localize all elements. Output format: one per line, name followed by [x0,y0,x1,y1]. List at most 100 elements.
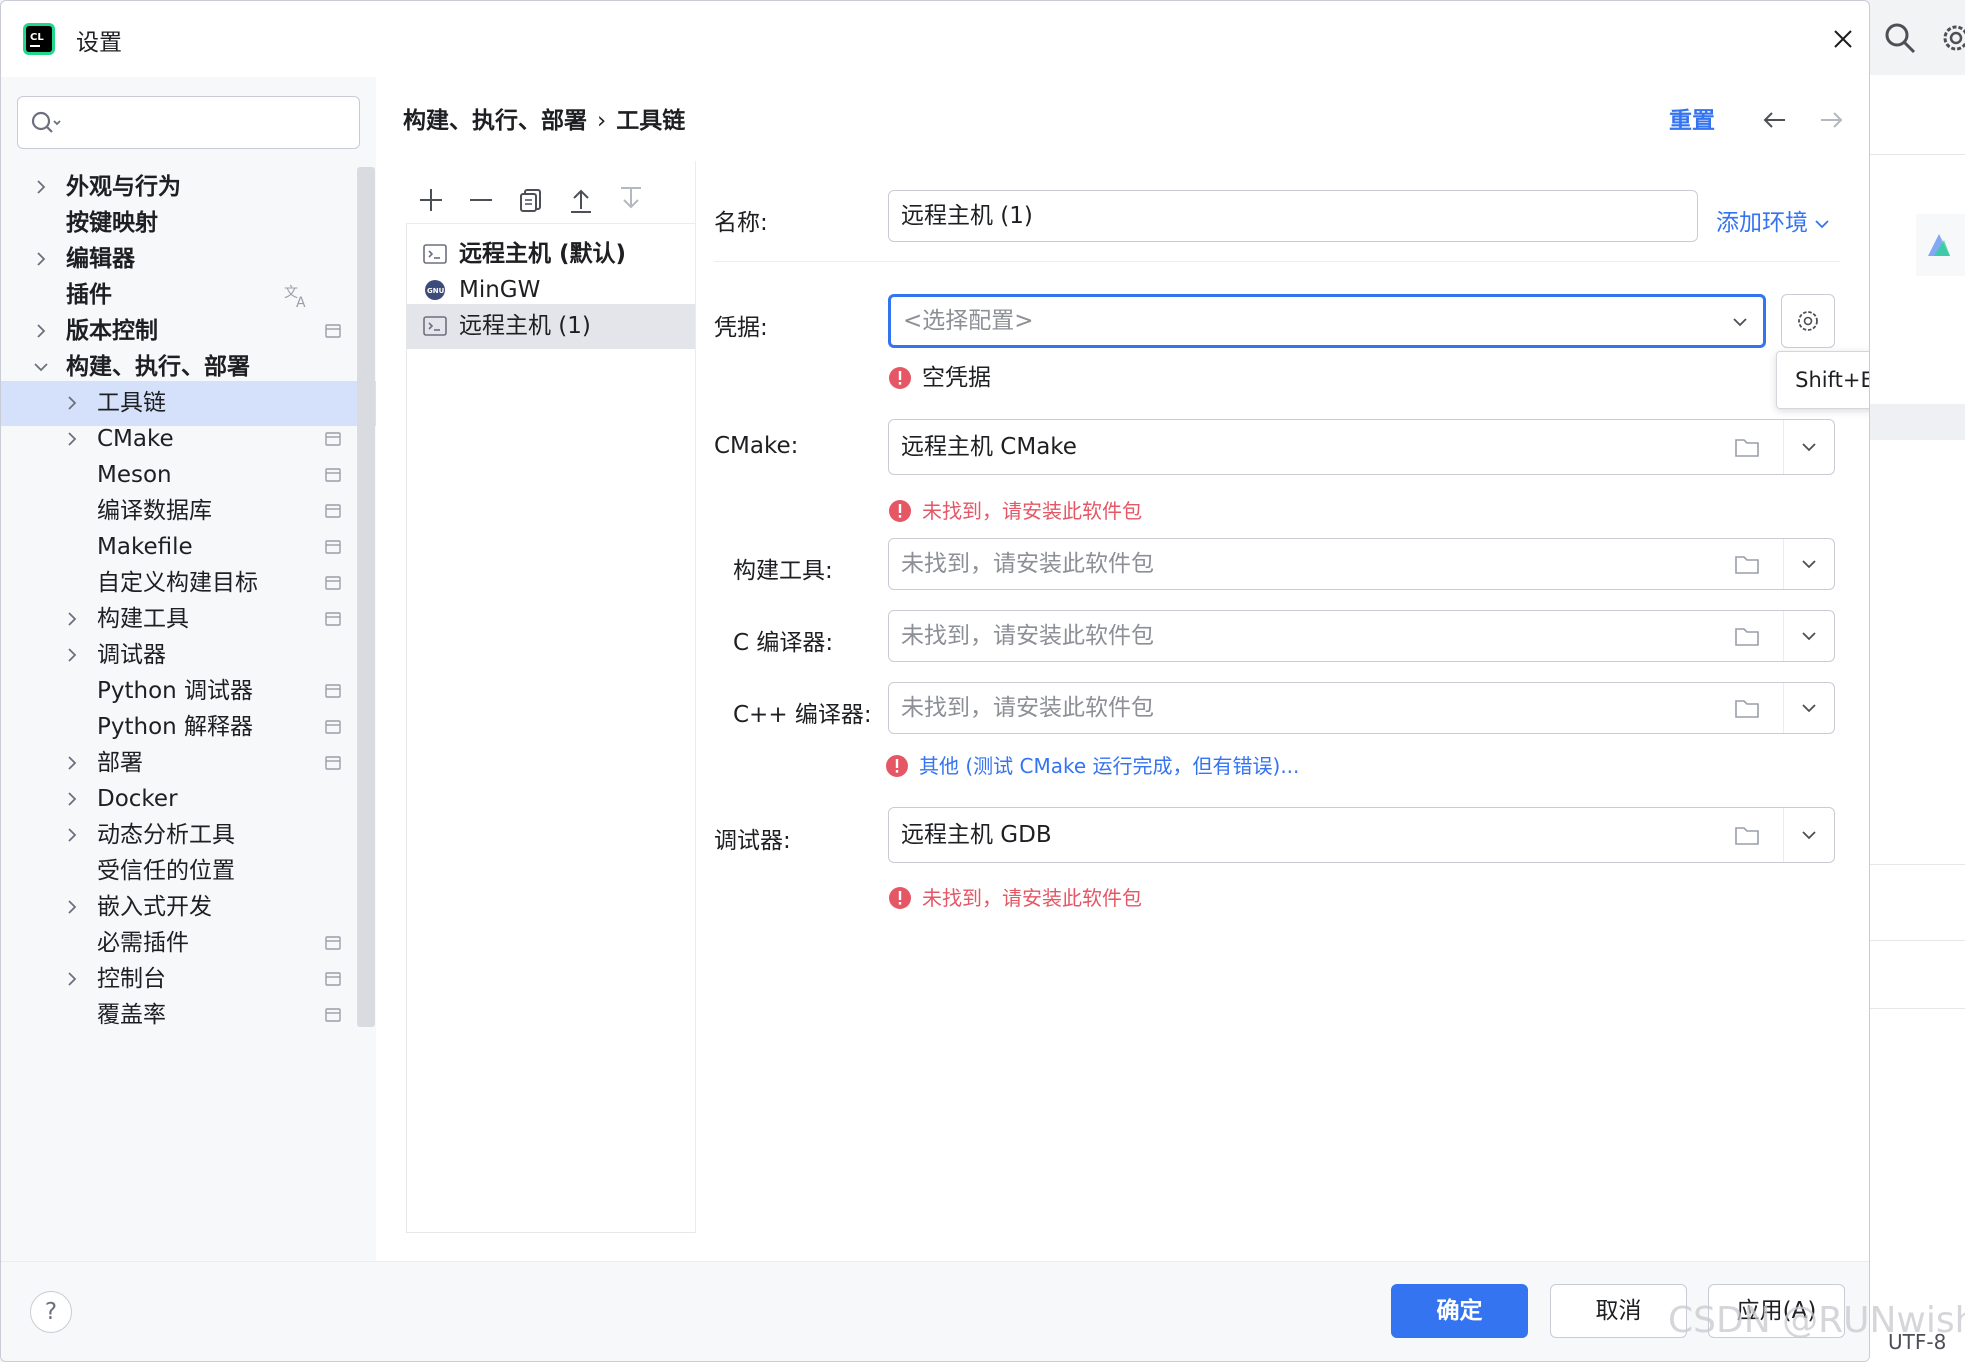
divider [1783,808,1784,862]
chevron-down-icon[interactable] [1800,826,1818,844]
error-icon [886,755,908,777]
chevron-right-icon[interactable] [64,647,80,663]
project-level-icon [325,756,341,770]
project-level-icon [325,504,341,518]
cmake-value: 远程主机 CMake [901,434,1077,460]
debugger-value: 远程主机 GDB [901,822,1052,848]
divider [1866,940,1965,941]
title-bar: CL 设置 [1,1,1869,77]
chevron-right-icon[interactable] [33,323,49,339]
add-icon[interactable] [416,185,446,215]
c-compiler-label: C 编译器: [733,630,834,656]
chevron-right-icon[interactable] [64,971,80,987]
name-input-value: 远程主机 (1) [901,203,1033,229]
cmake-error-text: 未找到，请安装此软件包 [922,499,1142,523]
folder-icon[interactable] [1734,553,1760,575]
dialog-footer: ? 确定 取消 应用(A) [1,1261,1869,1361]
project-level-icon [325,972,341,986]
chevron-right-icon[interactable] [64,611,80,627]
chevron-down-icon[interactable] [1800,438,1818,456]
project-level-icon [325,684,341,698]
build-tool-combobox[interactable]: 未找到，请安装此软件包 [888,538,1835,590]
settings-navigation: 外观与行为 按键映射 编辑器 插件 文A 版本控制 构建、执行、部署 工具链 C… [1,77,376,1261]
project-level-icon [325,432,341,446]
chevron-down-icon[interactable] [1800,555,1818,573]
debugger-error-text: 未找到，请安装此软件包 [922,886,1142,910]
project-level-icon [325,936,341,950]
svg-text:CL: CL [30,32,44,43]
nav-item-coverage[interactable]: 覆盖率 [1,993,376,1038]
chevron-right-icon[interactable] [33,251,49,267]
chevron-right-icon[interactable] [64,395,80,411]
help-button[interactable]: ? [30,1291,72,1333]
back-arrow-icon[interactable] [1761,107,1789,133]
settings-dialog: CL 设置 外观与行为 按键映射 编辑器 插件 文A 版本控制 构建、执行、部署… [0,0,1870,1362]
chevron-right-icon[interactable] [64,755,80,771]
toolchain-list-toolbar [406,177,696,223]
forward-arrow-icon[interactable] [1817,107,1845,133]
chevron-right-icon[interactable] [64,791,80,807]
project-level-icon [325,324,341,338]
credentials-settings-button[interactable] [1781,294,1835,348]
translate-icon: 文A [284,285,306,309]
add-environment-label: 添加环境 [1716,210,1808,236]
dialog-title: 设置 [76,30,122,56]
gnu-icon: GNU [425,280,445,300]
reset-link[interactable]: 重置 [1669,101,1715,135]
watermark: CSDN @RUNwish [1668,1300,1965,1341]
gear-icon [1943,25,1965,51]
folder-icon[interactable] [1734,824,1760,846]
cancel-button[interactable]: 取消 [1550,1284,1687,1338]
name-input[interactable]: 远程主机 (1) [888,190,1698,242]
c-compiler-combobox[interactable]: 未找到，请安装此软件包 [888,610,1835,662]
folder-icon[interactable] [1734,625,1760,647]
credentials-placeholder: <选择配置> [903,308,1034,334]
cmake-combobox[interactable]: 远程主机 CMake [888,419,1835,475]
background-card [1916,214,1965,276]
chevron-right-icon[interactable] [64,899,80,915]
debugger-combobox[interactable]: 远程主机 GDB [888,807,1835,863]
breadcrumb-parent[interactable]: 构建、执行、部署 [403,108,587,134]
error-icon [889,887,911,909]
breadcrumb: 构建、执行、部署 › 工具链 [403,101,685,135]
background-ide-window: UTF-8 [1866,0,1965,1362]
project-level-icon [325,1008,341,1022]
close-button[interactable] [1827,23,1859,55]
folder-icon[interactable] [1734,436,1760,458]
credentials-error: 空凭据 [888,358,991,392]
project-level-icon [325,612,341,626]
move-up-icon[interactable] [566,185,596,215]
divider [695,161,696,1233]
other-error-link[interactable]: 其他 (测试 CMake 运行完成，但有错误)... [885,750,1299,779]
toolchain-item-remote-1[interactable]: 远程主机 (1) [407,304,695,349]
cmake-label: CMake: [714,433,799,459]
chevron-down-icon[interactable] [1800,627,1818,645]
add-environment-dropdown[interactable]: 添加环境 [1716,203,1830,237]
credentials-select[interactable]: <选择配置> [888,294,1766,348]
remove-icon[interactable] [466,185,496,215]
cpp-compiler-combobox[interactable]: 未找到，请安装此软件包 [888,682,1835,734]
divider [1866,1008,1965,1009]
copy-icon[interactable] [516,185,546,215]
build-tool-label: 构建工具: [733,558,833,584]
chevron-right-icon[interactable] [33,179,49,195]
chevron-right-icon[interactable] [64,827,80,843]
nav-scrollbar[interactable] [357,167,375,1027]
chevron-down-icon[interactable] [1800,699,1818,717]
build-tool-placeholder: 未找到，请安装此软件包 [901,551,1154,577]
chevron-down-icon[interactable] [33,359,49,375]
nav-item-label: 覆盖率 [97,1002,166,1028]
settings-tree: 外观与行为 按键映射 编辑器 插件 文A 版本控制 构建、执行、部署 工具链 C… [1,165,376,1261]
move-down-icon[interactable] [616,185,646,215]
chevron-right-icon[interactable] [64,431,80,447]
chevron-down-icon [1733,318,1747,327]
folder-icon[interactable] [1734,697,1760,719]
c-compiler-placeholder: 未找到，请安装此软件包 [901,623,1154,649]
ok-button[interactable]: 确定 [1391,1284,1528,1338]
settings-search-input[interactable] [17,96,360,149]
svg-text:A: A [296,295,306,309]
shortcut-tooltip: Shift+Enter [1776,351,1869,409]
project-level-icon [325,468,341,482]
credentials-label: 凭据: [714,315,768,341]
divider [1866,864,1965,865]
